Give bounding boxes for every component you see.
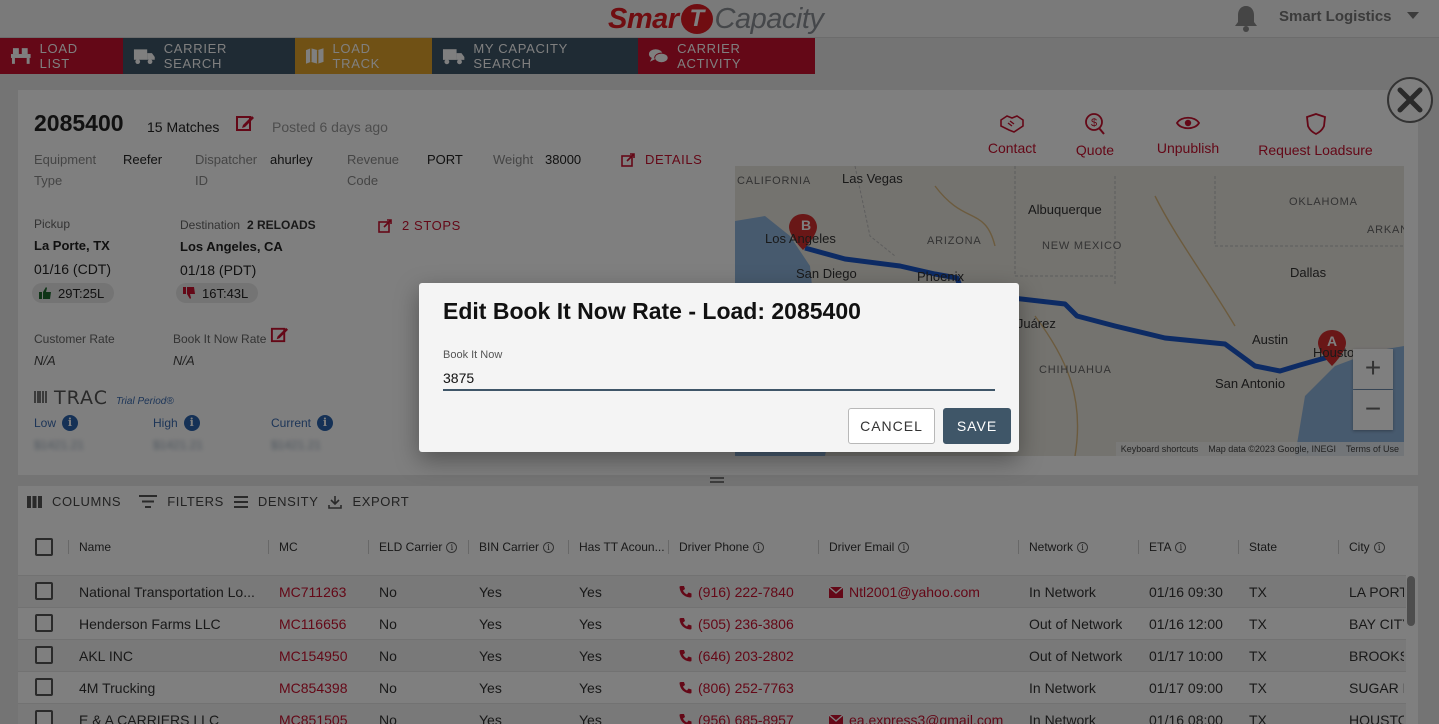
edit-bin-rate-dialog: Edit Book It Now Rate - Load: 2085400 Bo…	[419, 283, 1019, 452]
save-button[interactable]: SAVE	[943, 408, 1011, 444]
dialog-title: Edit Book It Now Rate - Load: 2085400	[443, 298, 861, 324]
book-it-now-label: Book It Now	[443, 349, 503, 361]
book-it-now-input[interactable]	[443, 366, 995, 391]
cancel-button[interactable]: CANCEL	[848, 408, 935, 444]
